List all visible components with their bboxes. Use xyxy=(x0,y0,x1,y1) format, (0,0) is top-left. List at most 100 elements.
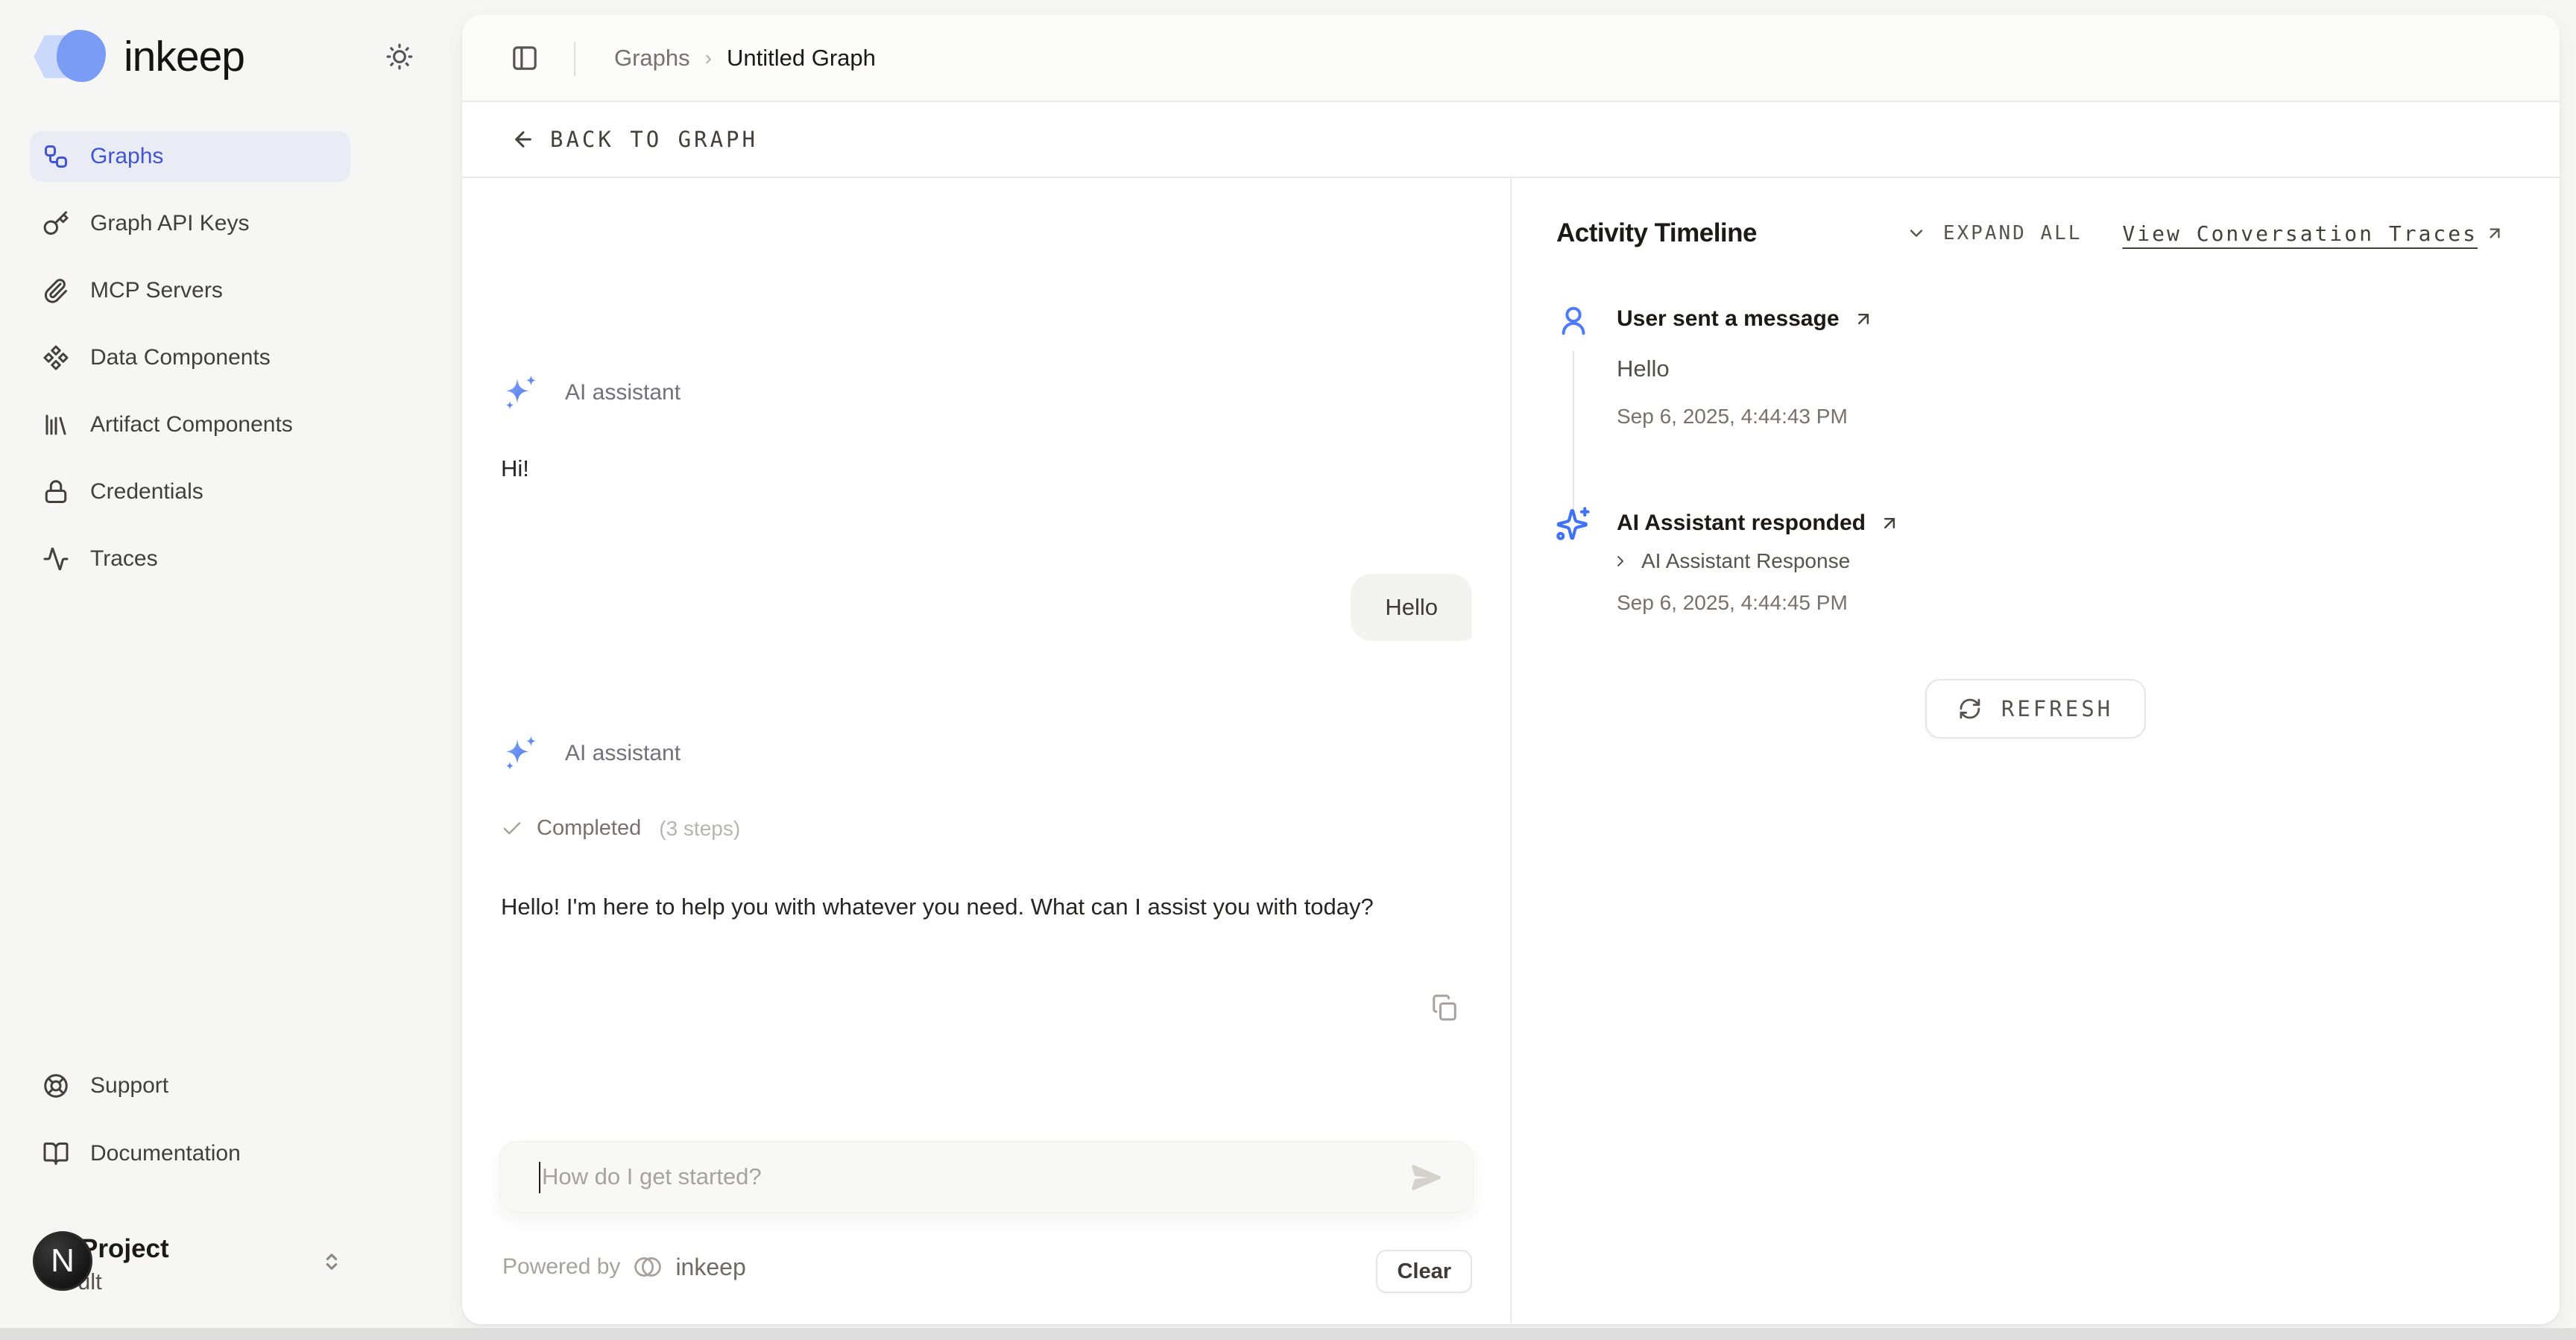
key-icon xyxy=(42,210,69,237)
timeline-event-link[interactable]: User sent a message xyxy=(1617,306,1874,332)
sidebar-item-label: Support xyxy=(90,1073,168,1099)
sidebar-item-label: Credentials xyxy=(90,479,203,505)
clear-button[interactable]: Clear xyxy=(1376,1250,1472,1293)
activity-timeline-panel: Activity Timeline EXPAND ALL View Conver… xyxy=(1512,178,2560,1323)
chevrons-up-down-icon xyxy=(319,1249,344,1274)
avatar-letter: N xyxy=(51,1242,75,1280)
sidebar-item-artifact-components[interactable]: Artifact Components xyxy=(30,399,350,450)
completion-status[interactable]: Completed (3 steps) xyxy=(501,816,740,841)
project-name: Project xyxy=(80,1234,169,1264)
assistant-name-label: AI assistant xyxy=(565,380,681,405)
paperclip-icon xyxy=(42,277,69,304)
inkeep-mark-icon xyxy=(632,1251,663,1283)
user-message-bubble: Hello xyxy=(1351,574,1472,641)
component-icon xyxy=(42,344,69,371)
chat-pane: AI assistant Hi! Hello AI assistant xyxy=(462,178,1512,1323)
expand-all-button[interactable]: EXPAND ALL xyxy=(1906,222,2083,244)
timeline-header: Activity Timeline EXPAND ALL View Conver… xyxy=(1556,218,2504,248)
assistant-message-text: Hi! xyxy=(501,455,529,482)
avatar: N xyxy=(33,1231,92,1291)
library-icon xyxy=(42,411,69,438)
sidebar-toggle-button[interactable] xyxy=(510,43,540,73)
breadcrumb-bar: Graphs › Untitled Graph xyxy=(462,15,2560,102)
powered-by[interactable]: Powered by inkeep xyxy=(502,1251,746,1283)
sparkles-gradient-icon xyxy=(501,372,543,414)
assistant-message-text: Hello! I'm here to help you with whateve… xyxy=(501,888,1470,926)
toolbar-row: BACK TO GRAPH xyxy=(462,102,2560,178)
expander-label: AI Assistant Response xyxy=(1641,549,1850,573)
back-to-graph-label: BACK TO GRAPH xyxy=(550,127,758,152)
send-button[interactable] xyxy=(1409,1160,1445,1195)
logo-blob-shape xyxy=(57,30,106,82)
assistant-message-header: AI assistant xyxy=(501,372,681,414)
check-icon xyxy=(501,818,523,840)
sidebar-item-label: Documentation xyxy=(90,1141,241,1166)
content-area: AI assistant Hi! Hello AI assistant xyxy=(462,178,2560,1323)
timeline-event-link[interactable]: AI Assistant responded xyxy=(1617,511,1900,536)
sidebar-header: inkeep xyxy=(33,30,417,83)
sidebar: inkeep Graphs xyxy=(0,0,462,1340)
chevron-down-icon xyxy=(1906,223,1927,244)
arrow-up-right-icon xyxy=(1879,513,1900,534)
sparkles-gradient-icon xyxy=(501,733,543,774)
sidebar-item-graph-api-keys[interactable]: Graph API Keys xyxy=(30,198,350,249)
sidebar-item-data-components[interactable]: Data Components xyxy=(30,332,350,383)
divider xyxy=(574,42,575,76)
timeline-title: Activity Timeline xyxy=(1556,218,1757,248)
sidebar-item-mcp-servers[interactable]: MCP Servers xyxy=(30,265,350,316)
assistant-message-header: AI assistant xyxy=(501,733,681,774)
traces-link-label: View Conversation Traces xyxy=(2122,221,2478,246)
sidebar-item-credentials[interactable]: Credentials xyxy=(30,467,350,517)
breadcrumb-separator: › xyxy=(705,46,712,70)
activity-icon xyxy=(42,546,69,572)
sidebar-item-label: Graph API Keys xyxy=(90,211,249,236)
breadcrumb-graphs-link[interactable]: Graphs xyxy=(614,45,690,72)
copy-button[interactable] xyxy=(1430,993,1460,1023)
chat-message-input[interactable] xyxy=(542,1142,1377,1212)
arrow-up-right-icon xyxy=(2485,224,2504,243)
theme-toggle-button[interactable] xyxy=(382,39,417,75)
sidebar-item-label: Data Components xyxy=(90,345,271,370)
arrow-left-icon xyxy=(511,127,535,151)
event-timestamp: Sep 6, 2025, 4:44:43 PM xyxy=(1617,405,1848,429)
timeline-connector-line xyxy=(1573,351,1574,512)
breadcrumb-current-page: Untitled Graph xyxy=(727,45,876,72)
sidebar-item-traces[interactable]: Traces xyxy=(30,534,350,584)
lock-icon xyxy=(42,478,69,505)
sidebar-item-graphs[interactable]: Graphs xyxy=(30,131,350,182)
refresh-icon xyxy=(1958,697,1982,721)
copy-icon xyxy=(1430,993,1460,1022)
back-to-graph-link[interactable]: BACK TO GRAPH xyxy=(511,102,758,177)
breadcrumb: Graphs › Untitled Graph xyxy=(614,15,876,101)
bottom-edge-strip xyxy=(0,1328,2576,1340)
expand-all-label: EXPAND ALL xyxy=(1943,222,2083,244)
message-column: AI assistant Hi! Hello AI assistant xyxy=(501,178,1472,1323)
life-buoy-icon xyxy=(42,1072,69,1099)
sidebar-item-support[interactable]: Support xyxy=(30,1061,350,1111)
powered-by-brand: inkeep xyxy=(675,1254,745,1281)
event-title: User sent a message xyxy=(1617,306,1840,332)
sun-icon xyxy=(384,41,415,72)
sidebar-item-label: Artifact Components xyxy=(90,412,293,437)
sidebar-item-documentation[interactable]: Documentation xyxy=(30,1128,350,1179)
workflow-icon xyxy=(42,143,69,170)
chevron-right-icon xyxy=(1611,552,1629,570)
user-icon xyxy=(1556,303,1591,338)
sidebar-item-label: Traces xyxy=(90,546,158,572)
inkeep-logo: inkeep xyxy=(33,30,244,83)
text-caret xyxy=(539,1162,540,1193)
powered-by-label: Powered by xyxy=(502,1254,620,1280)
send-icon xyxy=(1409,1160,1445,1195)
status-steps: (3 steps) xyxy=(659,817,740,841)
panel-left-icon xyxy=(510,43,540,73)
arrow-up-right-icon xyxy=(1853,309,1874,329)
project-selector[interactable]: Project ult N xyxy=(0,1228,350,1310)
assistant-name-label: AI assistant xyxy=(565,741,681,766)
sparkles-icon xyxy=(1553,505,1592,543)
ai-response-expander[interactable]: AI Assistant Response xyxy=(1611,549,1850,573)
main-panel: Graphs › Untitled Graph BACK TO GRAPH xyxy=(462,15,2560,1324)
event-body-text: Hello xyxy=(1617,355,1670,382)
refresh-button[interactable]: REFRESH xyxy=(1925,679,2146,739)
refresh-button-label: REFRESH xyxy=(2001,696,2113,721)
view-conversation-traces-link[interactable]: View Conversation Traces xyxy=(2122,221,2504,246)
